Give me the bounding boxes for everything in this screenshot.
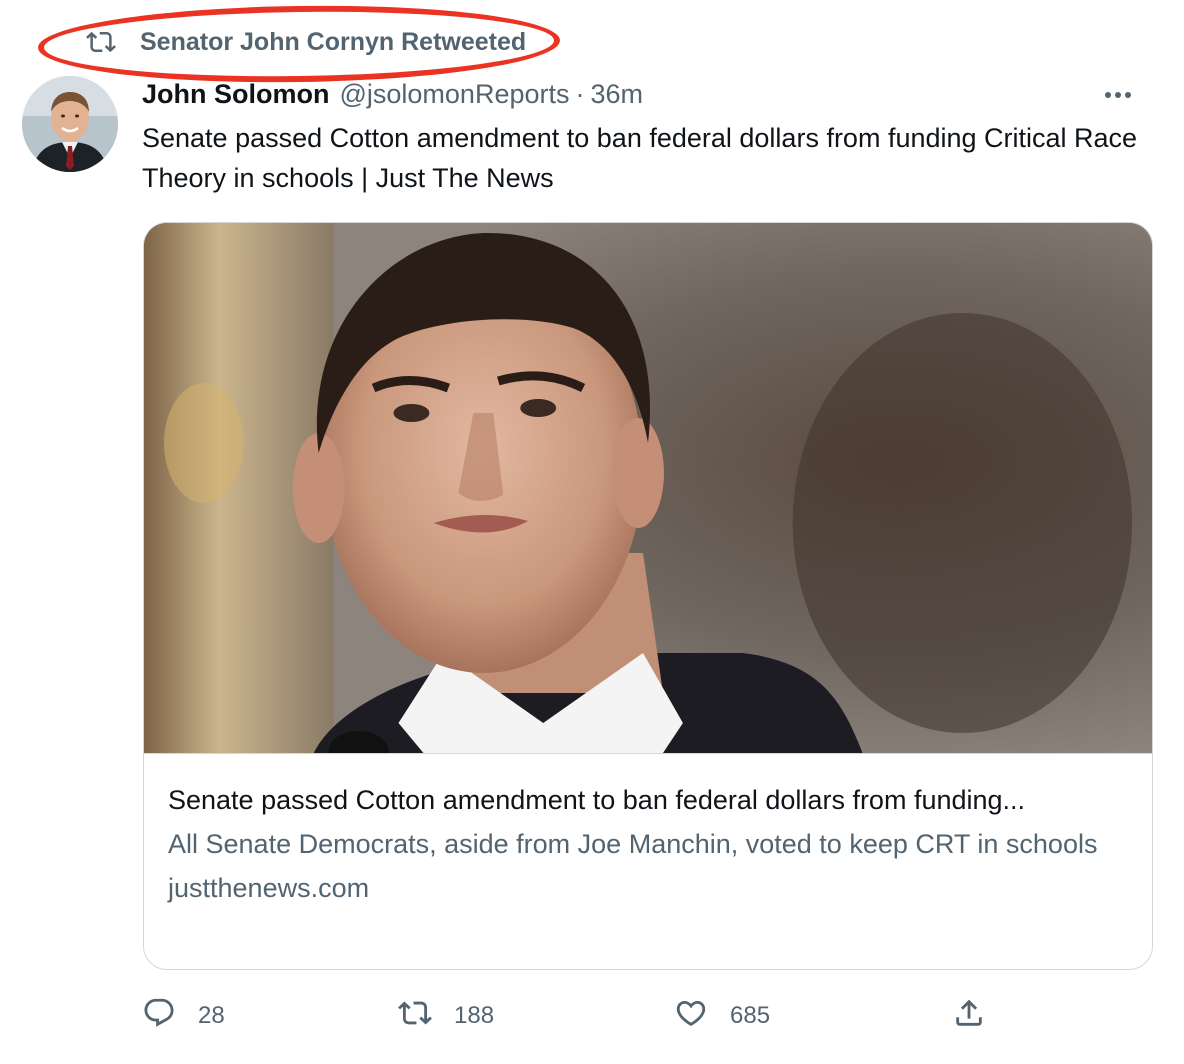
more-dot-icon [1125, 92, 1131, 98]
timestamp[interactable]: 36m [591, 79, 644, 110]
card-title: Senate passed Cotton amendment to ban fe… [168, 785, 1026, 815]
share-button[interactable] [952, 994, 986, 1038]
retweet-context-label: Senator John Cornyn Retweeted [140, 27, 527, 56]
tweet-header: John Solomon @jsolomonReports · 36m [142, 76, 643, 112]
share-icon [952, 996, 986, 1037]
link-card[interactable]: Senate passed Cotton amendment to ban fe… [143, 222, 1153, 970]
retweet-icon [86, 25, 120, 59]
header-separator: · [575, 78, 585, 109]
reply-count: 28 [198, 1002, 225, 1029]
retweet-button[interactable]: 188 [398, 994, 494, 1038]
card-body: Senate passed Cotton amendment to ban fe… [144, 754, 1152, 908]
more-dot-icon [1105, 92, 1111, 98]
reply-button[interactable]: 28 [142, 994, 225, 1038]
tweet[interactable]: Senator John Cornyn Retweeted John Solom… [0, 0, 1184, 1064]
reply-icon [142, 996, 176, 1037]
card-description: All Senate Democrats, aside from Joe Man… [168, 829, 1098, 859]
card-image[interactable] [144, 223, 1152, 754]
tweet-text: Senate passed Cotton amendment to ban fe… [142, 123, 1138, 193]
more-options-button[interactable] [1098, 80, 1138, 110]
retweet-context[interactable]: Senator John Cornyn Retweeted [86, 26, 526, 58]
retweet-count: 188 [454, 1002, 495, 1029]
avatar[interactable] [22, 76, 118, 172]
card-domain: justthenews.com [168, 873, 370, 903]
like-count: 685 [730, 1002, 771, 1029]
heart-icon [674, 996, 708, 1037]
like-button[interactable]: 685 [674, 994, 770, 1038]
more-dot-icon [1115, 92, 1121, 98]
retweet-icon [398, 996, 432, 1037]
author-handle[interactable]: @jsolomonReports [339, 79, 569, 110]
tweet-actions: 28 188 685 [142, 994, 1162, 1038]
author-name[interactable]: John Solomon [142, 79, 329, 110]
